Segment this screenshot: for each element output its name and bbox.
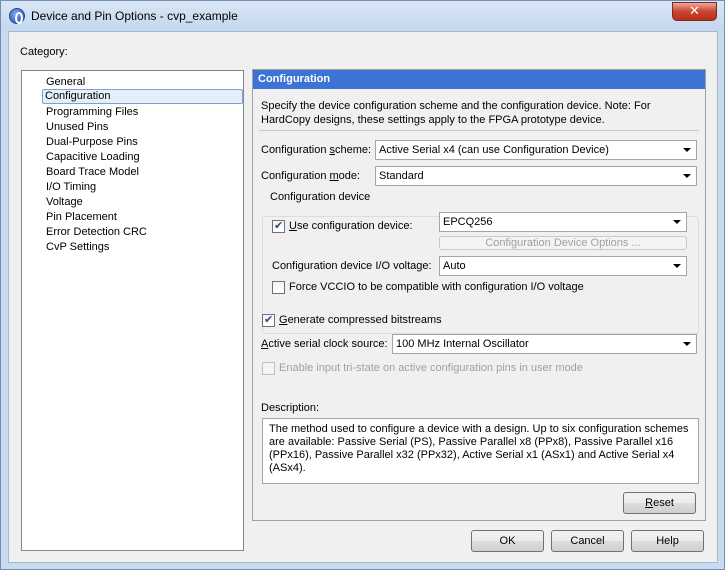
cancel-button[interactable]: Cancel — [551, 530, 624, 552]
group-title: Configuration device — [268, 191, 373, 203]
ok-button[interactable]: OK — [471, 530, 544, 552]
category-item-pin-placement[interactable]: Pin Placement — [44, 210, 119, 225]
category-item-general[interactable]: General — [44, 75, 87, 90]
category-item-unused-pins[interactable]: Unused Pins — [44, 120, 110, 135]
chevron-down-icon — [673, 264, 681, 268]
device-select-value: EPCQ256 — [443, 216, 493, 228]
category-item-cvp-settings[interactable]: CvP Settings — [44, 240, 111, 255]
quartus-app-icon — [9, 8, 25, 24]
io-voltage-label: Configuration device I/O voltage: — [272, 260, 432, 272]
use-device-label: Use configuration device: — [289, 220, 413, 232]
io-voltage-select-value: Auto — [443, 260, 466, 272]
panel-header: Configuration — [253, 70, 705, 89]
tristate-checkbox[interactable] — [262, 362, 275, 375]
force-vccio-label: Force VCCIO to be compatible with config… — [289, 281, 584, 293]
scheme-select[interactable]: Active Serial x4 (can use Configuration … — [375, 140, 697, 160]
separator — [259, 130, 699, 131]
chevron-down-icon — [683, 148, 691, 152]
generate-compressed-label: Generate compressed bitstreams — [279, 314, 442, 326]
category-item-capacitive-loading[interactable]: Capacitive Loading — [44, 150, 142, 165]
device-select[interactable]: EPCQ256 — [439, 212, 687, 232]
mode-select-value: Standard — [379, 170, 424, 182]
description-label: Description: — [261, 402, 320, 414]
clock-source-select-value: 100 MHz Internal Oscillator — [396, 338, 529, 350]
tristate-label: Enable input tri-state on active configu… — [279, 362, 583, 374]
mode-select[interactable]: Standard — [375, 166, 697, 186]
category-label: Category: — [20, 46, 68, 58]
force-vccio-checkbox[interactable] — [272, 281, 285, 294]
device-options-button[interactable]: Configuration Device Options ... — [439, 236, 687, 250]
title-bar[interactable]: Device and Pin Options - cvp_example ✕ — [1, 1, 724, 31]
clock-source-select[interactable]: 100 MHz Internal Oscillator — [392, 334, 697, 354]
reset-button[interactable]: Reset — [623, 492, 696, 514]
clock-source-label: Active serial clock source: — [261, 338, 388, 350]
scheme-label: Configuration scheme: — [261, 144, 372, 156]
chevron-down-icon — [673, 220, 681, 224]
window-title: Device and Pin Options - cvp_example — [31, 9, 238, 23]
dialog-window: Device and Pin Options - cvp_example ✕ C… — [0, 0, 725, 570]
mode-label: Configuration mode: — [261, 170, 361, 182]
category-item-error-detection-crc[interactable]: Error Detection CRC — [44, 225, 149, 240]
chevron-down-icon — [683, 174, 691, 178]
scheme-select-value: Active Serial x4 (can use Configuration … — [379, 144, 609, 156]
category-item-io-timing[interactable]: I/O Timing — [44, 180, 98, 195]
category-item-configuration[interactable]: Configuration — [42, 89, 243, 104]
configuration-panel: Configuration Specify the device configu… — [252, 69, 706, 521]
io-voltage-select[interactable]: Auto — [439, 256, 687, 276]
dialog-client: Category: General Configuration Programm… — [8, 31, 718, 563]
close-button[interactable]: ✕ — [672, 2, 717, 21]
category-item-voltage[interactable]: Voltage — [44, 195, 85, 210]
generate-compressed-checkbox[interactable] — [262, 313, 275, 327]
category-item-programming-files[interactable]: Programming Files — [44, 105, 140, 120]
category-item-dual-purpose-pins[interactable]: Dual-Purpose Pins — [44, 135, 140, 150]
help-button[interactable]: Help — [631, 530, 704, 552]
chevron-down-icon — [683, 342, 691, 346]
use-device-checkbox[interactable] — [272, 219, 285, 233]
intro-text: Specify the device configuration scheme … — [261, 100, 651, 126]
category-list[interactable]: General Configuration Programming Files … — [21, 70, 244, 551]
category-item-board-trace-model[interactable]: Board Trace Model — [44, 165, 141, 180]
description-box: The method used to configure a device wi… — [262, 418, 699, 484]
